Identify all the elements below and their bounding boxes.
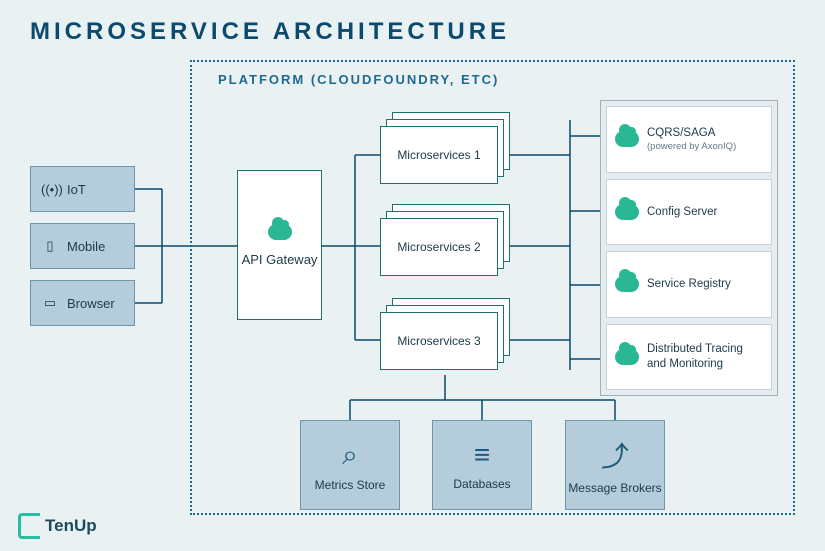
metrics-store: ⌕ Metrics Store bbox=[300, 420, 400, 510]
service-config: Config Server bbox=[606, 179, 772, 246]
pipe-icon: ⤴ bbox=[601, 435, 629, 475]
signal-icon: ((•)) bbox=[41, 182, 59, 197]
bottom-label: Message Brokers bbox=[568, 481, 661, 495]
client-label: Browser bbox=[67, 296, 115, 311]
ms-label: Microservices 2 bbox=[397, 240, 480, 254]
bottom-label: Databases bbox=[453, 477, 510, 491]
cloud-icon bbox=[615, 276, 639, 292]
service-label: Service Registry bbox=[647, 277, 731, 291]
microservices-2: Microservices 2 bbox=[380, 204, 510, 279]
api-gateway: API Gateway bbox=[237, 170, 322, 320]
service-sublabel: (powered by AxonIQ) bbox=[647, 141, 736, 153]
brand-logo: TenUp bbox=[18, 513, 97, 539]
client-mobile: ▯ Mobile bbox=[30, 223, 135, 269]
platform-label: PLATFORM (CLOUDFOUNDRY, ETC) bbox=[218, 72, 499, 87]
mobile-icon: ▯ bbox=[41, 238, 59, 254]
database-icon: ≡ bbox=[474, 439, 490, 471]
client-label: Mobile bbox=[67, 239, 105, 254]
page-title: MICROSERVICE ARCHITECTURE bbox=[30, 18, 510, 46]
platform-services-panel: CQRS/SAGA (powered by AxonIQ) Config Serv… bbox=[600, 100, 778, 396]
cloud-icon bbox=[615, 349, 639, 365]
service-label: Distributed Tracing and Monitoring bbox=[647, 342, 763, 371]
cloud-icon bbox=[615, 131, 639, 147]
cloud-icon bbox=[268, 224, 292, 240]
service-label: CQRS/SAGA bbox=[647, 127, 715, 139]
service-label: Config Server bbox=[647, 205, 717, 219]
microservices-3: Microservices 3 bbox=[380, 298, 510, 373]
logo-icon bbox=[18, 513, 40, 539]
ms-label: Microservices 1 bbox=[397, 148, 480, 162]
client-iot: ((•)) IoT bbox=[30, 166, 135, 212]
bottom-label: Metrics Store bbox=[315, 478, 386, 492]
brand-name: TenUp bbox=[45, 516, 97, 536]
client-browser: ▭ Browser bbox=[30, 280, 135, 326]
client-label: IoT bbox=[67, 182, 86, 197]
service-tracing: Distributed Tracing and Monitoring bbox=[606, 324, 772, 391]
cloud-icon bbox=[615, 204, 639, 220]
microservices-1: Microservices 1 bbox=[380, 112, 510, 187]
browser-icon: ▭ bbox=[41, 295, 59, 311]
api-gateway-label: API Gateway bbox=[242, 252, 318, 267]
message-brokers: ⤴ Message Brokers bbox=[565, 420, 665, 510]
databases: ≡ Databases bbox=[432, 420, 532, 510]
service-cqrs: CQRS/SAGA (powered by AxonIQ) bbox=[606, 106, 772, 173]
service-registry: Service Registry bbox=[606, 251, 772, 318]
ms-label: Microservices 3 bbox=[397, 334, 480, 348]
magnifier-icon: ⌕ bbox=[342, 439, 358, 472]
